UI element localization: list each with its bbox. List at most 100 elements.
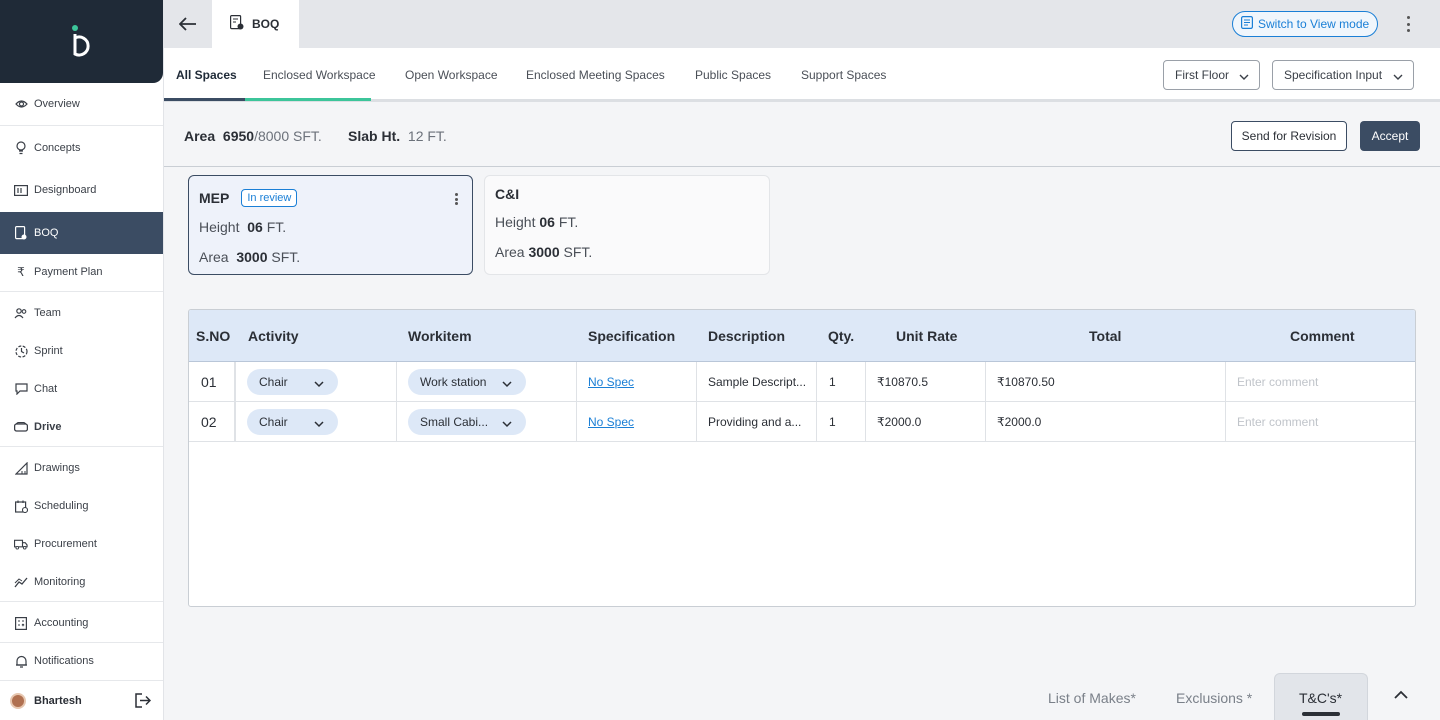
area-summary: Area 6950/8000 SFT. — [184, 128, 322, 144]
specification-dropdown[interactable]: Specification Input — [1272, 60, 1414, 90]
sidebar-item-label: Drive — [34, 421, 62, 433]
description-cell: Providing and a... — [697, 402, 817, 441]
sidebar-item-drawings[interactable]: Drawings — [0, 448, 163, 488]
back-arrow-icon[interactable] — [176, 12, 200, 36]
description-cell: Sample Descript... — [697, 362, 817, 401]
sidebar-item-overview[interactable]: Overview — [0, 84, 163, 124]
workitem-select[interactable]: Small Cabi... — [408, 408, 526, 435]
no-spec-link[interactable]: No Spec — [588, 415, 634, 429]
user-name: Bhartesh — [34, 694, 82, 707]
area-summary-bar: Area 6950/8000 SFT. Slab Ht. 12 FT. Send… — [164, 105, 1440, 167]
lightbulb-icon — [14, 141, 28, 155]
sidebar-item-label: Payment Plan — [34, 266, 103, 278]
comment-cell: Enter comment — [1226, 362, 1415, 401]
calendar-icon — [14, 499, 28, 513]
divider — [0, 446, 163, 447]
area-value: 3000 — [236, 249, 268, 265]
comment-input[interactable]: Enter comment — [1237, 415, 1318, 429]
unit-rate-cell: ₹10870.5 — [866, 362, 986, 401]
divider — [0, 291, 163, 292]
sno-cell: 02 — [189, 402, 236, 441]
boq-icon — [14, 226, 28, 240]
column-header-comment: Comment — [1290, 328, 1355, 344]
progress-indicator — [245, 98, 371, 101]
table-row: 01 Chair Work station No Spec Sample Des… — [189, 362, 1415, 402]
tab-list-of-makes[interactable]: List of Makes* — [1048, 690, 1136, 706]
sidebar-item-label: Sprint — [34, 345, 63, 357]
switch-view-mode-button[interactable]: Switch to View mode — [1232, 11, 1378, 37]
sidebar: Overview Concepts Designboard BOQ ₹ Paym… — [0, 0, 164, 720]
tab-boq[interactable]: BOQ — [212, 0, 299, 48]
sidebar-item-monitoring[interactable]: Monitoring — [0, 562, 163, 602]
sidebar-item-concepts[interactable]: Concepts — [0, 128, 163, 168]
height-value: 06 — [539, 214, 555, 230]
card-height: Height 06 FT. — [199, 219, 462, 235]
boq-table: S.NO Activity Workitem Specification Des… — [188, 309, 1416, 607]
sidebar-item-label: Concepts — [34, 142, 81, 154]
chevron-down-icon — [314, 377, 324, 391]
tab-support-spaces[interactable]: Support Spaces — [801, 68, 886, 82]
area-total: /8000 — [254, 128, 290, 144]
chevron-down-icon — [502, 377, 512, 391]
app-logo[interactable] — [0, 0, 163, 83]
sidebar-item-scheduling[interactable]: Scheduling — [0, 486, 163, 526]
specification-cell: No Spec — [577, 402, 697, 441]
calculator-icon — [14, 616, 28, 630]
no-spec-link[interactable]: No Spec — [588, 375, 634, 389]
column-header-qty: Qty. — [828, 328, 855, 344]
sidebar-item-procurement[interactable]: Procurement — [0, 524, 163, 564]
area-unit: SFT. — [293, 128, 322, 144]
column-header-total: Total — [1089, 328, 1122, 344]
comment-input[interactable]: Enter comment — [1237, 375, 1318, 389]
sidebar-item-drive[interactable]: Drive — [0, 407, 163, 447]
logout-icon[interactable] — [135, 693, 152, 711]
activity-select[interactable]: Chair — [247, 408, 338, 435]
card-header: MEP In review — [199, 189, 462, 207]
sidebar-item-notifications[interactable]: Notifications — [0, 641, 163, 681]
user-profile[interactable]: Bhartesh — [0, 680, 163, 720]
sidebar-item-payment-plan[interactable]: ₹ Payment Plan — [0, 252, 163, 292]
sidebar-item-label: Overview — [34, 98, 80, 110]
area-unit: SFT. — [271, 249, 301, 265]
floor-dropdown[interactable]: First Floor — [1163, 60, 1260, 90]
sidebar-item-designboard[interactable]: Designboard — [0, 170, 163, 210]
bell-icon — [14, 654, 28, 668]
chevron-down-icon — [1239, 70, 1249, 84]
workitem-value: Small Cabi... — [420, 414, 489, 429]
sidebar-item-team[interactable]: Team — [0, 293, 163, 333]
tab-all-spaces[interactable]: All Spaces — [176, 68, 237, 82]
board-icon — [14, 183, 28, 197]
tab-enclosed-meeting-spaces[interactable]: Enclosed Meeting Spaces — [526, 68, 665, 82]
activity-value: Chair — [259, 374, 288, 389]
sidebar-item-boq[interactable]: BOQ — [0, 212, 163, 254]
workitem-select[interactable]: Work station — [408, 368, 526, 395]
card-area: Area 3000 SFT. — [495, 244, 759, 260]
card-header: C&I — [495, 186, 759, 202]
tab-exclusions[interactable]: Exclusions * — [1176, 690, 1252, 706]
column-header-activity: Activity — [248, 328, 299, 344]
space-card-ci[interactable]: C&I Height 06 FT. Area 3000 SFT. — [484, 175, 770, 275]
activity-select[interactable]: Chair — [247, 368, 338, 395]
sidebar-item-sprint[interactable]: Sprint — [0, 331, 163, 371]
card-menu-icon[interactable] — [455, 193, 458, 205]
tab-public-spaces[interactable]: Public Spaces — [695, 68, 771, 82]
sidebar-item-accounting[interactable]: Accounting — [0, 603, 163, 643]
sidebar-item-chat[interactable]: Chat — [0, 369, 163, 409]
more-options-icon[interactable] — [1400, 14, 1416, 34]
chevron-down-icon — [314, 417, 324, 431]
area-label: Area — [495, 244, 525, 260]
sidebar-item-label: Monitoring — [34, 576, 86, 588]
eye-icon — [14, 97, 28, 111]
tab-enclosed-workspace[interactable]: Enclosed Workspace — [263, 68, 376, 82]
accept-button[interactable]: Accept — [1360, 121, 1420, 151]
boq-icon — [230, 15, 244, 33]
space-card-mep[interactable]: MEP In review Height 06 FT. Area 3000 SF… — [188, 175, 473, 275]
sprint-icon — [14, 344, 28, 358]
tab-open-workspace[interactable]: Open Workspace — [405, 68, 498, 82]
chevron-up-icon[interactable] — [1394, 688, 1408, 702]
total-cell: ₹10870.50 — [986, 362, 1226, 401]
area-label: Area — [184, 128, 216, 144]
truck-icon — [14, 537, 28, 551]
send-for-revision-button[interactable]: Send for Revision — [1231, 121, 1347, 151]
sidebar-item-label: BOQ — [34, 227, 59, 239]
